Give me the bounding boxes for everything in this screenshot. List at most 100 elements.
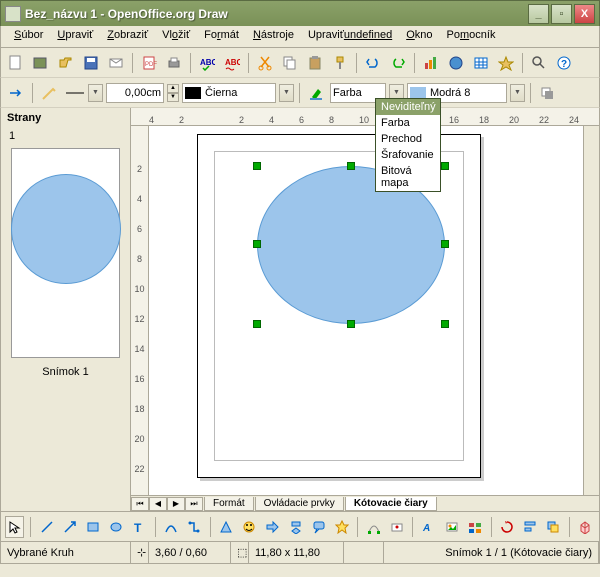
arrow-tool[interactable] [60, 516, 79, 538]
maximize-button[interactable]: ▫ [551, 4, 572, 24]
handle-sw[interactable] [253, 320, 261, 328]
extrusion-tool[interactable] [576, 516, 595, 538]
table-button[interactable] [470, 52, 492, 74]
line-color-arrow[interactable]: ▼ [279, 84, 294, 102]
fill-option-3[interactable]: Šrafovanie [376, 147, 440, 163]
menu-formát[interactable]: Formát [197, 26, 246, 47]
fontwork-tool[interactable]: A [419, 516, 438, 538]
line-width-input[interactable] [107, 87, 163, 99]
fill-option-4[interactable]: Bitová mapa [376, 163, 440, 191]
basic-shapes-tool[interactable] [217, 516, 236, 538]
gallery-tool[interactable] [466, 516, 485, 538]
fill-color-arrow[interactable]: ▼ [510, 84, 525, 102]
curve-tool[interactable] [161, 516, 180, 538]
print-button[interactable] [163, 52, 185, 74]
gluepoints-tool[interactable] [387, 516, 406, 538]
layer-tab-0[interactable]: Formát [204, 497, 254, 511]
close-button[interactable]: X [574, 4, 595, 24]
navigator-button[interactable] [495, 52, 517, 74]
save-button[interactable] [80, 52, 102, 74]
paste-button[interactable] [304, 52, 326, 74]
line-style-arrow[interactable]: ▼ [88, 84, 103, 102]
redo-button[interactable] [387, 52, 409, 74]
next-page-button[interactable]: ▶ [167, 497, 185, 511]
vertical-scrollbar[interactable] [583, 126, 599, 495]
connector-tool[interactable] [185, 516, 204, 538]
status-size: 11,80 x 11,80 [249, 542, 344, 563]
line-width-up[interactable]: ▲ [167, 84, 179, 93]
status-pos-icon: ⊹ [131, 542, 149, 563]
fill-option-2[interactable]: Prechod [376, 131, 440, 147]
handle-nw[interactable] [253, 162, 261, 170]
help-button[interactable]: ? [553, 52, 575, 74]
autospell-button[interactable]: ABC [221, 52, 243, 74]
cut-button[interactable] [254, 52, 276, 74]
symbol-shapes-tool[interactable] [240, 516, 259, 538]
menu-okno[interactable]: Okno [399, 26, 439, 47]
handle-w[interactable] [253, 240, 261, 248]
slides-panel: Strany 1 Snímok 1 [1, 108, 131, 511]
rectangle-tool[interactable] [83, 516, 102, 538]
menu-nástroje[interactable]: Nástroje [246, 26, 301, 47]
open-button[interactable] [55, 52, 77, 74]
handle-s[interactable] [347, 320, 355, 328]
fill-option-0[interactable]: Neviditeľný [376, 99, 440, 115]
rotate-tool[interactable] [498, 516, 517, 538]
block-arrows-tool[interactable] [263, 516, 282, 538]
line-tool[interactable] [37, 516, 56, 538]
ellipse-tool[interactable] [106, 516, 125, 538]
select-tool[interactable] [5, 516, 24, 538]
hyperlink-button[interactable] [445, 52, 467, 74]
layer-tab-1[interactable]: Ovládacie prvky [255, 497, 344, 511]
status-selection: Vybrané Kruh [1, 542, 131, 563]
from-file-tool[interactable] [442, 516, 461, 538]
line-color-combo[interactable]: Čierna [182, 83, 276, 103]
spellcheck-button[interactable]: ABC [196, 52, 218, 74]
menu-pomocník[interactable]: Pomocník [440, 26, 503, 47]
zoom-button[interactable] [528, 52, 550, 74]
menu-vložiť[interactable]: Vložiť [155, 26, 197, 47]
slide-thumb[interactable] [11, 148, 120, 358]
flowchart-tool[interactable] [286, 516, 305, 538]
last-page-button[interactable]: ⏭ [185, 497, 203, 511]
line-style-button[interactable] [63, 82, 85, 104]
minimize-button[interactable]: _ [528, 4, 549, 24]
line-width-field[interactable] [106, 83, 164, 103]
line-color-icon[interactable] [38, 82, 60, 104]
fill-style-dropdown[interactable]: NeviditeľnýFarbaPrechodŠrafovanieBitová … [375, 98, 441, 192]
canvas[interactable] [149, 126, 583, 495]
handle-se[interactable] [441, 320, 449, 328]
chart-button[interactable] [420, 52, 442, 74]
email-button[interactable] [105, 52, 127, 74]
text-tool[interactable]: T [129, 516, 148, 538]
fill-option-1[interactable]: Farba [376, 115, 440, 131]
stars-tool[interactable] [332, 516, 351, 538]
toolbar-standard: PDF ABC ABC ? [0, 48, 600, 78]
templates-button[interactable] [30, 52, 52, 74]
prev-page-button[interactable]: ◀ [149, 497, 167, 511]
menu-zobraziť[interactable]: Zobraziť [100, 26, 155, 47]
undo-button[interactable] [362, 52, 384, 74]
menu-upraviť[interactable]: Upraviťundefined [301, 26, 399, 47]
menu-súbor[interactable]: Súbor [7, 26, 50, 47]
points-tool[interactable] [364, 516, 383, 538]
area-style-icon[interactable] [305, 82, 327, 104]
new-button[interactable] [5, 52, 27, 74]
handle-ne[interactable] [441, 162, 449, 170]
status-position: 3,60 / 0,60 [149, 542, 231, 563]
status-page: Snímok 1 / 1 (Kótovacie čiary) [384, 542, 599, 563]
copy-button[interactable] [279, 52, 301, 74]
line-width-down[interactable]: ▼ [167, 93, 179, 102]
menu-upraviť[interactable]: Upraviť [50, 26, 100, 47]
callouts-tool[interactable] [309, 516, 328, 538]
layer-tab-2[interactable]: Kótovacie čiary [345, 497, 437, 511]
arrange-tool[interactable] [544, 516, 563, 538]
handle-e[interactable] [441, 240, 449, 248]
pdf-button[interactable]: PDF [138, 52, 160, 74]
handle-n[interactable] [347, 162, 355, 170]
align-tool[interactable] [521, 516, 540, 538]
format-paintbrush-button[interactable] [329, 52, 351, 74]
shadow-button[interactable] [536, 82, 558, 104]
arrow-style-button[interactable] [5, 82, 27, 104]
first-page-button[interactable]: ⏮ [131, 497, 149, 511]
